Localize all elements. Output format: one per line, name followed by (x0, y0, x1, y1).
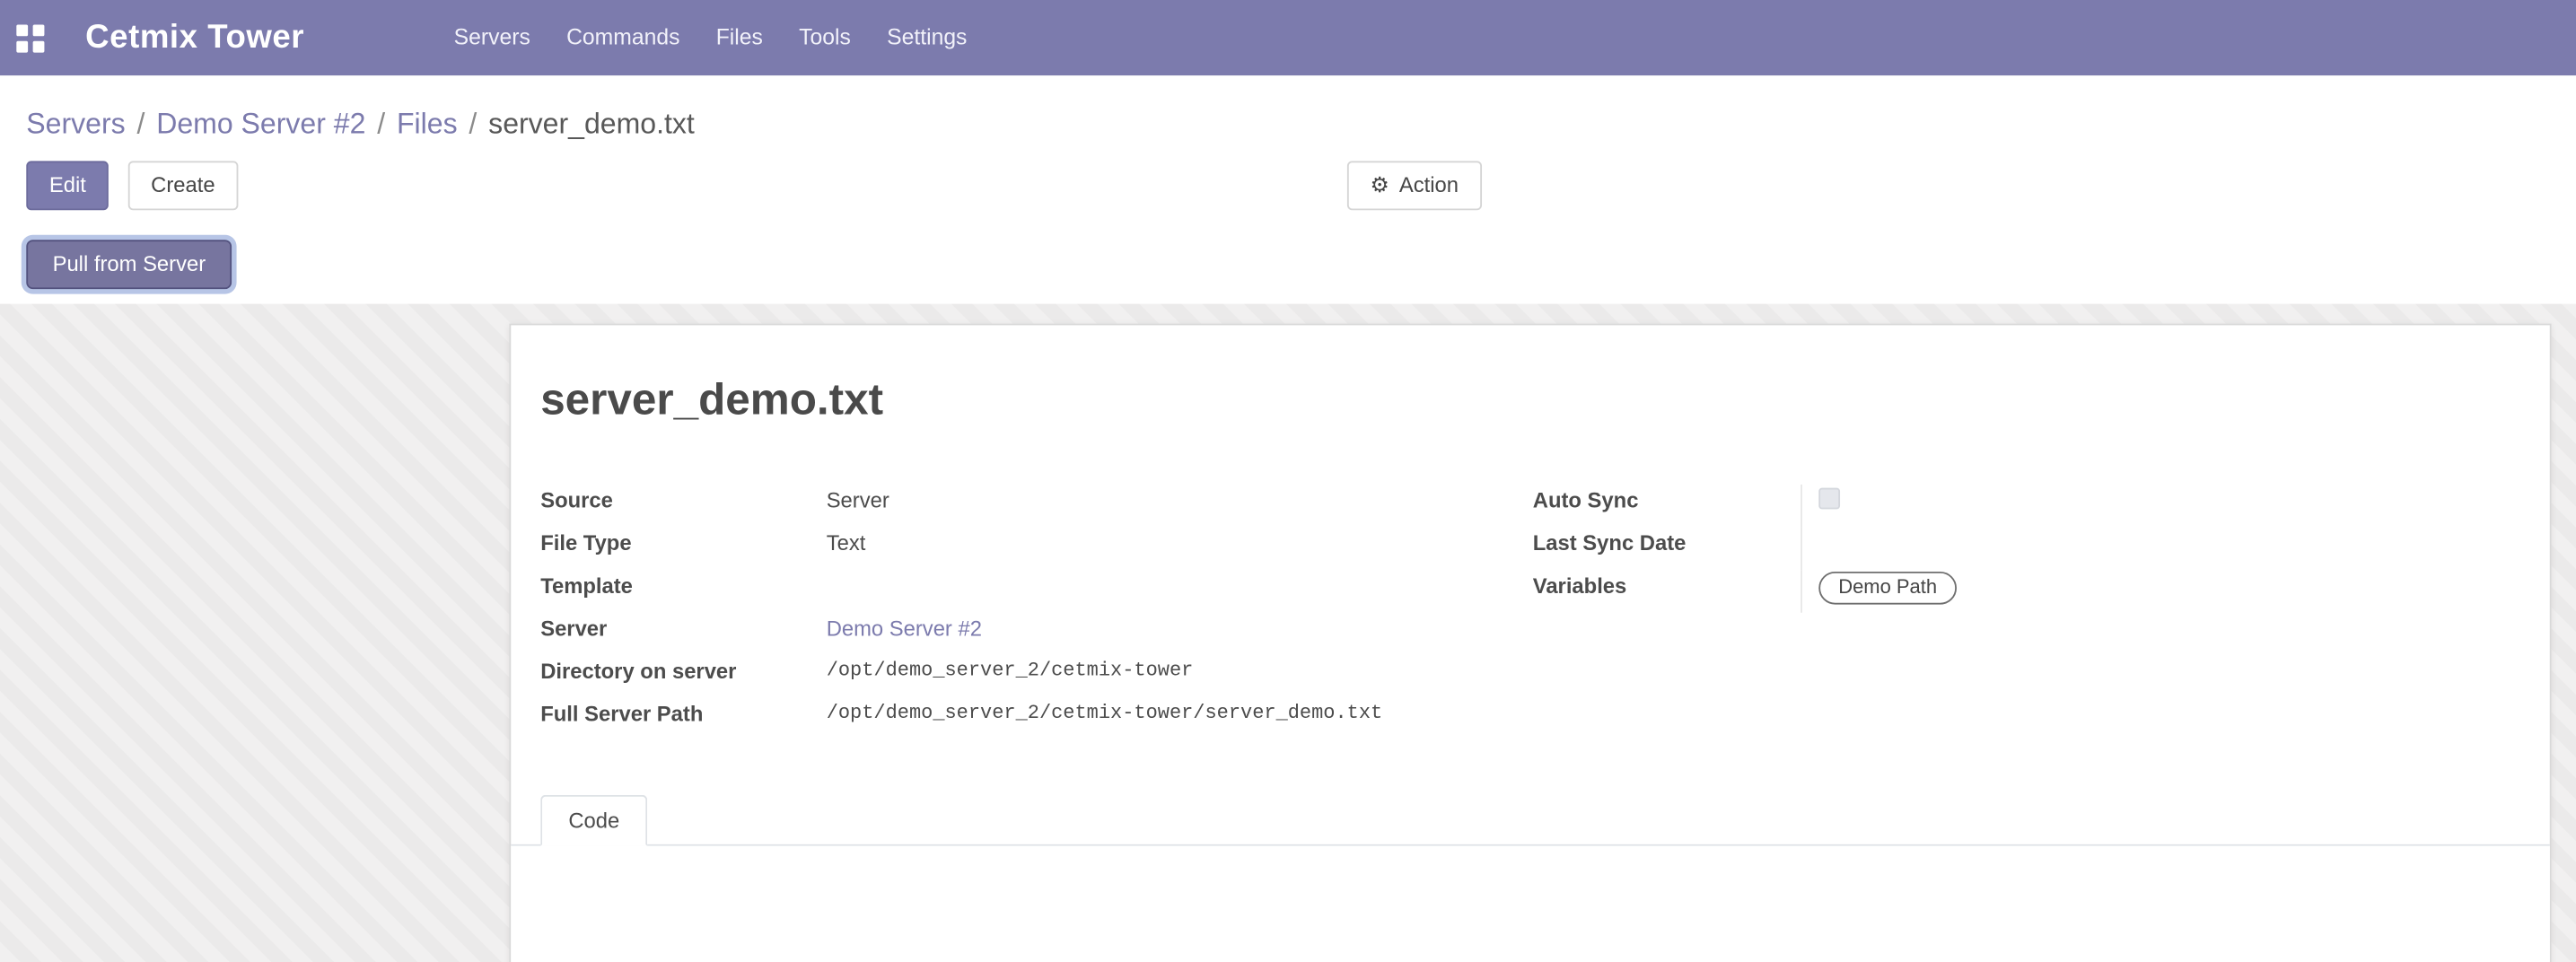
field-file-type: File Type Text (540, 528, 1533, 571)
breadcrumb-files[interactable]: Files (397, 107, 458, 140)
toolbar: Edit Create ⚙ Action (26, 161, 2576, 210)
screen: Cetmix Tower Servers Commands Files Tool… (0, 0, 2576, 962)
app-brand[interactable]: Cetmix Tower (85, 19, 304, 57)
content-area: server_demo.txt Source Server File Type … (0, 304, 2576, 962)
field-label: Source (540, 485, 826, 514)
breadcrumb-servers[interactable]: Servers (26, 107, 125, 140)
field-server: Server Demo Server #2 (540, 613, 1533, 656)
menu-files[interactable]: Files (698, 0, 781, 75)
breadcrumb: Servers / Demo Server #2 / Files / server_demo… (0, 75, 2576, 144)
field-last-sync-date: Last Sync Date (1533, 528, 2520, 571)
field-template: Template (540, 570, 1533, 613)
field-value (1801, 528, 2520, 571)
breadcrumb-separator: / (136, 107, 145, 140)
field-label: Template (540, 570, 826, 599)
field-value: /opt/demo_server_2/cetmix-tower/server_d… (827, 698, 1533, 728)
field-label: Full Server Path (540, 698, 826, 728)
edit-button[interactable]: Edit (26, 161, 109, 210)
field-label: Auto Sync (1533, 485, 1801, 514)
navbar-menus: Servers Commands Files Tools Settings (436, 0, 986, 75)
control-panel: Servers / Demo Server #2 / Files / server_demo… (0, 75, 2576, 303)
menu-commands[interactable]: Commands (548, 0, 698, 75)
field-variables: Variables Demo Path (1533, 570, 2520, 613)
apps-grid-square (16, 24, 28, 36)
field-value: /opt/demo_server_2/cetmix-tower (827, 655, 1533, 685)
tab-code-content (511, 846, 2550, 962)
field-label: Last Sync Date (1533, 528, 1801, 557)
field-full-server-path: Full Server Path /opt/demo_server_2/cetm… (540, 698, 1533, 741)
right-field-column: Auto Sync Last Sync Date Variables Demo … (1533, 485, 2520, 741)
workflow-buttons: Pull from Server (26, 240, 2576, 289)
notebook-tabs: Code (511, 795, 2550, 846)
breadcrumb-separator: / (469, 107, 477, 140)
breadcrumb-current: server_demo.txt (488, 107, 695, 140)
action-menu-wrap: ⚙ Action (1347, 161, 1482, 210)
top-navbar: Cetmix Tower Servers Commands Files Tool… (0, 0, 2576, 75)
gear-icon: ⚙ (1371, 171, 1389, 200)
breadcrumb-demo-server[interactable]: Demo Server #2 (156, 107, 365, 140)
field-directory-on-server: Directory on server /opt/demo_server_2/c… (540, 655, 1533, 698)
auto-sync-checkbox[interactable] (1818, 488, 1840, 510)
field-source: Source Server (540, 485, 1533, 528)
apps-grid-square (33, 24, 45, 36)
field-label: File Type (540, 528, 826, 557)
breadcrumb-separator: / (377, 107, 385, 140)
apps-grid-icon[interactable] (16, 24, 44, 52)
action-button[interactable]: ⚙ Action (1347, 161, 1482, 210)
apps-grid-square (16, 40, 28, 52)
apps-grid-square (33, 40, 45, 52)
field-value (827, 570, 1533, 572)
menu-tools[interactable]: Tools (781, 0, 869, 75)
field-auto-sync: Auto Sync (1533, 485, 2520, 528)
record-title: server_demo.txt (540, 374, 2520, 425)
menu-settings[interactable]: Settings (869, 0, 986, 75)
form-sheet: server_demo.txt Source Server File Type … (509, 324, 2551, 962)
field-value: Text (827, 528, 1533, 557)
pull-from-server-button[interactable]: Pull from Server (26, 240, 232, 289)
action-button-label: Action (1399, 171, 1459, 200)
server-link[interactable]: Demo Server #2 (827, 616, 982, 640)
field-label: Variables (1533, 570, 1801, 599)
tab-code[interactable]: Code (540, 795, 647, 846)
left-field-column: Source Server File Type Text Template (540, 485, 1533, 741)
menu-servers[interactable]: Servers (436, 0, 548, 75)
field-label: Server (540, 613, 826, 643)
field-groups: Source Server File Type Text Template (511, 485, 2550, 741)
variable-tag: Demo Path (1818, 572, 1957, 605)
field-label: Directory on server (540, 655, 826, 685)
create-button[interactable]: Create (128, 161, 239, 210)
field-value: Server (827, 485, 1533, 514)
